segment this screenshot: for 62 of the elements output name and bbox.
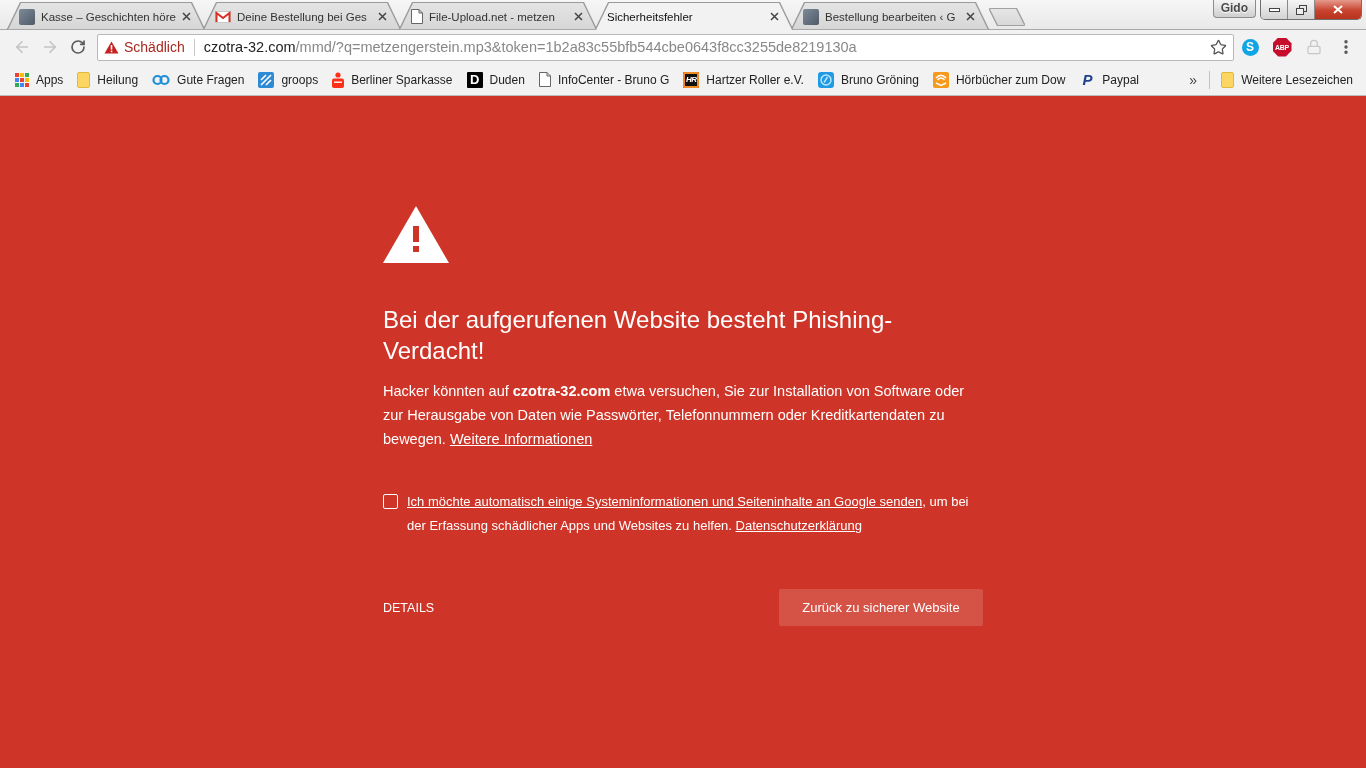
report-consent-text: Ich möchte automatisch einige Systeminformationen und Seiteninhalte an Google senden, um bei der Erfassung schädlicher Apps und Websites zu helfen. Datenschutzerklärung [407, 493, 970, 535]
close-icon [1333, 5, 1343, 14]
close-icon[interactable] [770, 12, 779, 21]
bookmark-link[interactable]: P Paypal [1072, 67, 1146, 92]
details-button[interactable]: DETAILS [383, 600, 435, 615]
striped-tile-icon [258, 71, 275, 88]
bookmark-link[interactable]: HR Hartzer Roller e.V. [676, 67, 811, 92]
photo-placeholder [19, 8, 35, 25]
apps-grid-icon [15, 72, 29, 87]
security-status-label: Schädlich [124, 39, 185, 55]
bookmark-link[interactable]: Apps [8, 67, 71, 92]
letter-logo-icon: HR [683, 71, 700, 88]
page-icon [411, 9, 423, 24]
bookmark-link[interactable]: Gute Fragen [145, 67, 252, 92]
bookmark-star-icon[interactable] [1210, 38, 1227, 56]
minimize-icon [1268, 7, 1280, 12]
bookmark-link[interactable]: Berliner Sparkasse [325, 67, 460, 92]
more-info-link[interactable]: Weitere Informationen [449, 431, 593, 447]
reload-icon [70, 39, 86, 55]
browser-tab[interactable]: Kasse – Geschichten höre [8, 3, 204, 30]
emblem-icon [817, 71, 834, 88]
browser-tab[interactable]: Deine Bestellung bei Ges [204, 3, 400, 30]
bookmark-folder-link[interactable]: Weitere Lesezeichen [1214, 67, 1360, 92]
window-close-button[interactable] [1314, 0, 1361, 19]
warning-message: Hacker könnten auf czotra-32.com etwa versuchen, Sie zur Installation von Software oder zur Herausgabe von Daten wie Passwörter, Telefonnummern oder Kreditkartendaten zu bewegen. Weitere Informationen [383, 382, 966, 449]
close-icon[interactable] [966, 12, 975, 21]
close-icon[interactable] [378, 12, 387, 21]
mail-icon [215, 10, 231, 23]
letter-logo-icon: P [1079, 71, 1096, 88]
rings-icon [152, 73, 171, 86]
close-icon[interactable] [182, 12, 191, 21]
page-icon [538, 72, 551, 87]
privacy-policy-link[interactable]: Datenschutzerklärung [735, 518, 863, 533]
bookmark-link[interactable]: Bruno Gröning [810, 67, 926, 92]
restore-icon [1295, 4, 1307, 15]
bookmark-link[interactable]: groops [251, 67, 326, 92]
restore-button[interactable] [1287, 0, 1314, 19]
sound-waves-icon [932, 71, 949, 88]
report-checkbox[interactable] [383, 494, 398, 509]
back-to-safety-button[interactable]: Zurück zu sicherer Website [779, 589, 983, 626]
warning-icon [104, 40, 119, 54]
bookmarks-overflow-button[interactable]: » [1181, 71, 1206, 88]
close-icon[interactable] [574, 12, 583, 21]
folder-icon [1221, 71, 1235, 88]
address-field[interactable]: Schädlich czotra-32.com/mmd/?q=metzengerstein.mp3&token=1b2a83c55bfb544cbe0643f8cc3255de8219130a [97, 33, 1234, 61]
warning-icon [383, 206, 449, 263]
url-text: czotra-32.com/mmd/?q=metzengerstein.mp3&token=1b2a83c55bfb544cbe0643f8cc3255de8219130a [203, 39, 858, 55]
bookmark-link[interactable]: Hörbücher zum Dow [925, 67, 1073, 92]
forward-arrow-icon [41, 38, 59, 56]
browser-tab[interactable]: Bestellung bearbeiten ‹ G [792, 3, 988, 30]
warning-heading: Bei der aufgerufenen Website besteht Phishing-Verdacht! [383, 305, 894, 366]
letter-logo-icon: D [466, 71, 483, 88]
minimize-button[interactable] [1261, 0, 1287, 19]
browser-tab[interactable]: File-Upload.net - metzen [400, 3, 596, 30]
bank-logo-icon [332, 71, 345, 88]
photo-placeholder [803, 8, 819, 25]
bookmark-link[interactable]: InfoCenter - Bruno G [531, 67, 677, 92]
bookmark-link[interactable]: Heilung [70, 67, 146, 92]
bookmark-link[interactable]: D Duden [459, 67, 532, 92]
lock-icon [1306, 39, 1322, 55]
profile-button[interactable]: Gido [1212, 0, 1256, 18]
folder-icon [77, 71, 91, 88]
